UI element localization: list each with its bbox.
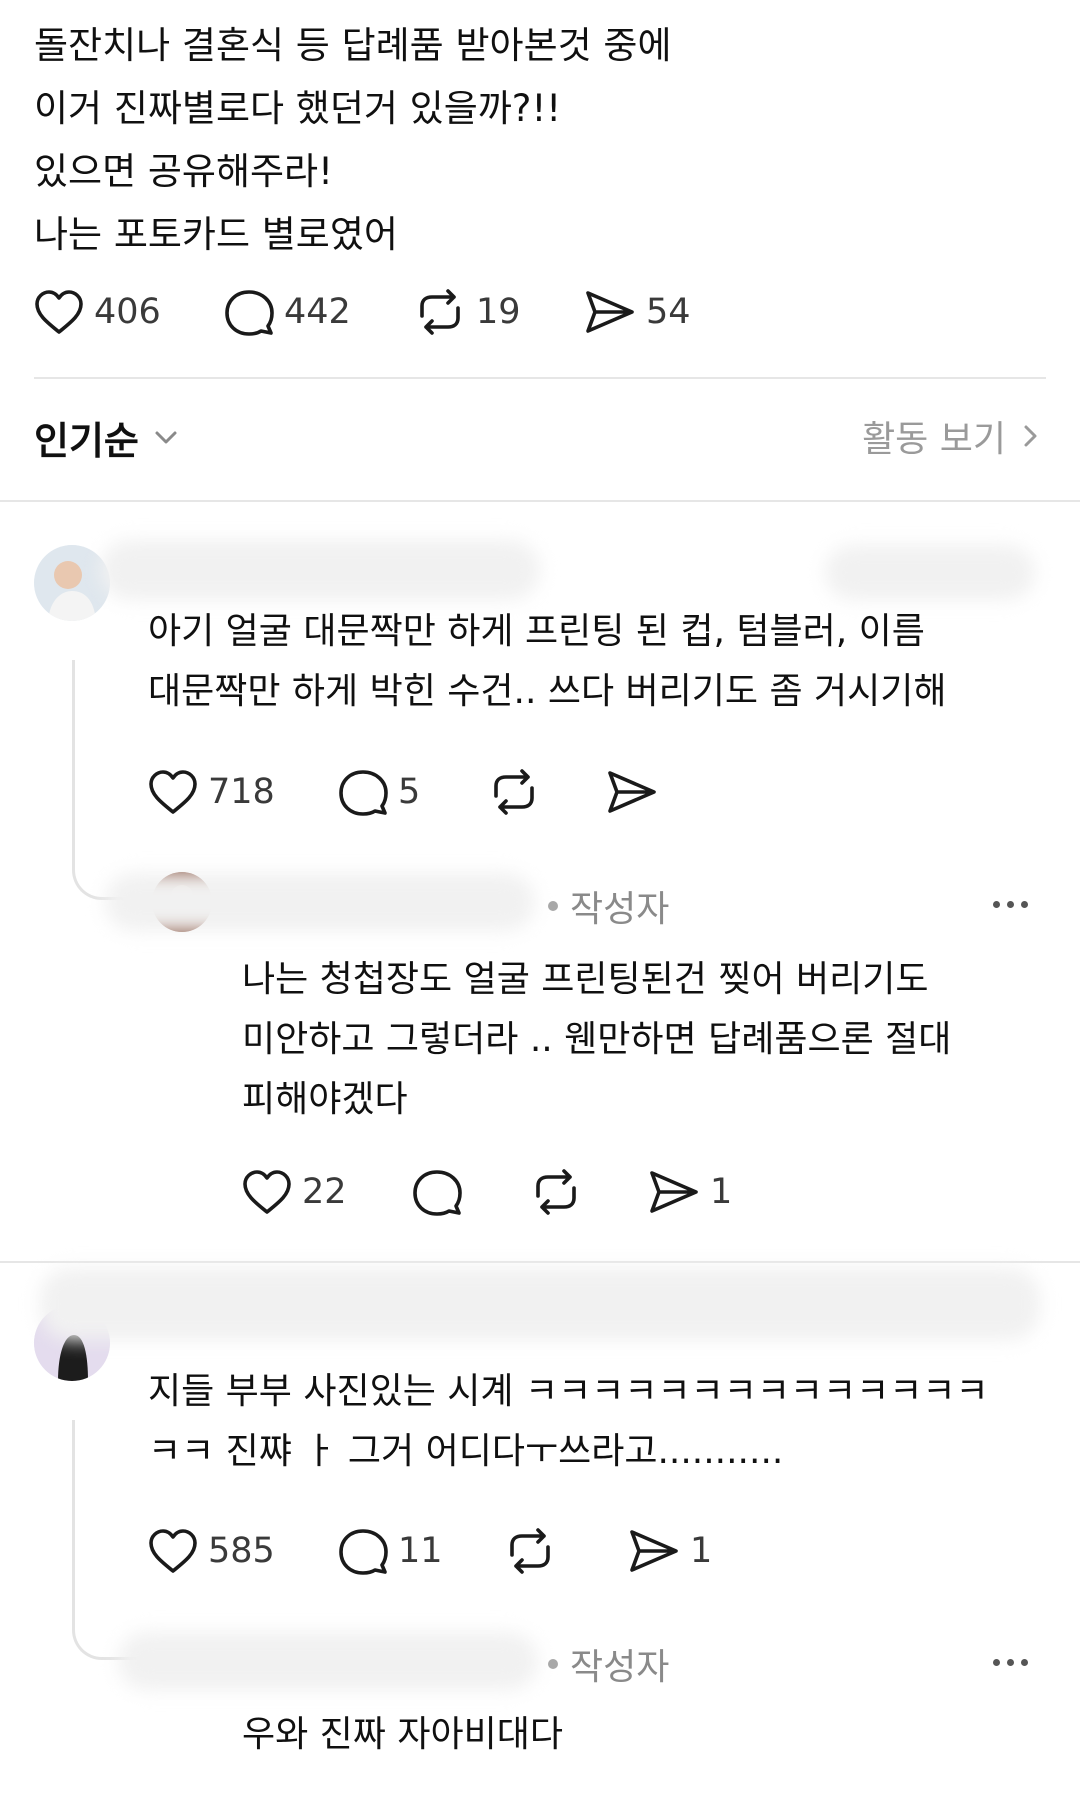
thread-line <box>72 1420 75 1580</box>
avatar[interactable] <box>34 545 110 621</box>
repost-icon <box>494 769 534 815</box>
comment-text-line: 아기 얼굴 대문짝만 하게 프린팅 된 컵, 텀블러, 이름 <box>148 611 925 652</box>
post-text-line: 이거 진짜별로다 했던거 있을까?!! <box>34 87 562 130</box>
post-like-count: 406 <box>94 292 161 332</box>
reply-text-line: 우와 진짜 자아비대다 <box>242 1714 563 1755</box>
comment-text-line: 지들 부부 사진있는 시계 ㅋㅋㅋㅋㅋㅋㅋㅋㅋㅋㅋㅋㅋㅋ <box>148 1371 989 1412</box>
post-repost-button[interactable]: 19 <box>414 288 584 336</box>
reply-like-count: 22 <box>302 1172 347 1212</box>
post-body: 돌잔치나 결혼식 등 답례품 받아본것 중에 이거 진짜별로다 했던거 있을까?… <box>34 14 1044 266</box>
reply-action-bar: 22 1 <box>242 1164 732 1220</box>
post-text-line: 돌잔치나 결혼식 등 답례품 받아본것 중에 <box>34 24 672 67</box>
author-badge: 작성자 <box>548 1638 669 1690</box>
comment-reply-count: 11 <box>398 1531 443 1571</box>
author-badge-label: 작성자 <box>570 1647 670 1688</box>
divider <box>0 1261 1080 1263</box>
post-action-bar: 406 442 19 54 <box>34 284 691 340</box>
comment-text-line: ㅋㅋ 진쨔 ㅏ 그거 어디다ㅜ쓰라고........... <box>148 1431 784 1472</box>
comment-action-bar: 718 5 <box>148 764 658 820</box>
repost-icon <box>420 289 460 335</box>
comment-reply-count: 5 <box>398 772 421 812</box>
sort-row: 인기순 활동 보기 <box>34 410 1046 470</box>
repost-icon <box>536 1169 576 1215</box>
reply-text-line: 피해야겠다 <box>242 1079 408 1120</box>
redacted-username <box>100 540 540 600</box>
redacted-meta <box>825 545 1035 600</box>
separator-dot <box>548 1659 558 1669</box>
redacted-username <box>118 1632 538 1690</box>
post-reply-button[interactable]: 442 <box>224 288 414 336</box>
comment-action-bar: 585 11 1 <box>148 1523 712 1579</box>
reply-text-line: 나는 청첩장도 얼굴 프린팅된건 찢어 버리기도 <box>242 959 929 1000</box>
heart-icon <box>149 1529 197 1573</box>
heart-icon <box>35 290 83 334</box>
send-icon <box>586 291 634 333</box>
view-activity-link[interactable]: 활동 보기 <box>862 410 1046 462</box>
comment-text-line: 대문짝만 하게 박힌 수건.. 쓰다 버리기도 좀 거시기해 <box>148 671 947 712</box>
comment-like-count: 718 <box>208 772 275 812</box>
reply-share-count: 1 <box>710 1172 733 1212</box>
post-share-count: 54 <box>646 292 691 332</box>
comment-reply-button[interactable]: 5 <box>338 768 488 816</box>
post-share-button[interactable]: 54 <box>584 288 691 336</box>
comment-like-button[interactable]: 718 <box>148 769 338 815</box>
reply-share-button[interactable]: 1 <box>648 1168 732 1216</box>
author-badge: 작성자 <box>548 880 669 932</box>
reply-repost-button[interactable] <box>530 1168 648 1216</box>
divider <box>0 500 1080 502</box>
sort-dropdown[interactable]: 인기순 <box>34 410 183 465</box>
comment-share-button[interactable]: 1 <box>628 1527 712 1575</box>
reply-text-line: 미안하고 그렇더라 .. 웬만하면 답례품으론 절대 <box>242 1019 952 1060</box>
view-activity-label: 활동 보기 <box>862 419 1006 460</box>
comment-repost-button[interactable] <box>488 768 606 816</box>
redacted-username <box>40 1268 1040 1340</box>
more-options-button[interactable] <box>993 901 1028 908</box>
speech-bubble-icon <box>413 1170 462 1216</box>
speech-bubble-icon <box>339 1529 388 1575</box>
comment-like-button[interactable]: 585 <box>148 1528 338 1574</box>
speech-bubble-icon <box>339 770 388 816</box>
post-repost-count: 19 <box>476 292 521 332</box>
separator-dot <box>548 901 558 911</box>
thread-line <box>72 660 75 820</box>
repost-icon <box>510 1528 550 1574</box>
redacted-username <box>105 873 535 931</box>
comment-reply-button[interactable]: 11 <box>338 1527 504 1575</box>
divider <box>34 377 1046 379</box>
chevron-right-icon <box>1024 425 1037 447</box>
comment-share-button[interactable] <box>606 768 658 816</box>
reply-like-button[interactable]: 22 <box>242 1169 412 1215</box>
sort-label: 인기순 <box>34 419 139 463</box>
reply-reply-button[interactable] <box>412 1168 530 1216</box>
comment-share-count: 1 <box>690 1531 713 1571</box>
post-text-line: 나는 포토카드 별로였어 <box>34 213 398 256</box>
comment-repost-button[interactable] <box>504 1527 628 1575</box>
heart-icon <box>243 1170 291 1214</box>
heart-icon <box>149 770 197 814</box>
speech-bubble-icon <box>225 290 274 336</box>
post-like-button[interactable]: 406 <box>34 289 224 335</box>
send-icon <box>608 771 656 813</box>
post-text-line: 있으면 공유해주라! <box>34 150 333 193</box>
author-badge-label: 작성자 <box>570 889 670 930</box>
comment-like-count: 585 <box>208 1531 275 1571</box>
more-options-button[interactable] <box>993 1659 1028 1666</box>
chevron-down-icon <box>155 431 177 443</box>
send-icon <box>630 1530 678 1572</box>
send-icon <box>650 1171 698 1213</box>
post-reply-count: 442 <box>284 292 351 332</box>
